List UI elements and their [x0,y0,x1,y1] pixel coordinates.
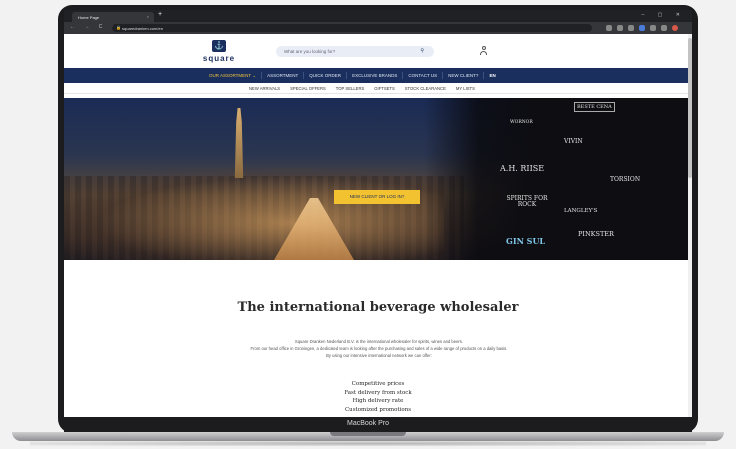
benefit-item: Fast delivery from stock [344,389,412,396]
profile-avatar[interactable] [672,25,678,31]
device-label: MacBook Pro [346,420,390,427]
brand-logo: WORNOR [510,120,533,125]
intro-line: From our head office in Groningen, a ded… [250,346,508,351]
search-input[interactable]: What are you looking for? ⚲ [276,46,434,57]
search-placeholder: What are you looking for? [284,49,336,54]
extension-icon[interactable] [628,25,634,31]
site-header: ⚓ square What are you looking for? ⚲ [64,34,692,68]
page-title: The international beverage wholesaler [237,300,519,315]
main-content: The international beverage wholesaler Sq… [64,260,692,417]
brand-logo: A.H. RIISE [500,164,545,173]
brand-logo: TORSION [610,176,641,183]
user-icon[interactable] [480,46,487,55]
nav-exclusive-brands[interactable]: EXCLUSIVE BRANDS [347,72,404,79]
browser-tab-home[interactable]: Home Page × [72,12,154,22]
extension-icons [606,25,678,31]
nav-assortment[interactable]: ASSORTMENT [262,72,305,79]
intro-text: Square Dranken Nederland B.V. is the int… [204,338,554,359]
logo-icon[interactable]: ⚓ [212,40,226,52]
url-text: squaredranken.com/en [122,26,163,31]
nav-contact-us[interactable]: CONTACT US [403,72,444,79]
language-selector[interactable]: EN [484,72,500,79]
browser-toolbar: ← → C ⌂ 🔒 squaredranken.com/en [64,22,692,34]
benefits-list: Competitive prices Fast delivery from st… [64,380,692,414]
logo-text[interactable]: square [202,54,236,63]
subnav-stock-clearance[interactable]: STOCK CLEARANCE [400,86,451,91]
new-client-login-button[interactable]: NEW CLIENT OR LOG IN? [334,190,420,204]
extension-icon[interactable] [650,25,656,31]
brand-logo: GIN SUL [506,236,546,246]
extension-icon[interactable] [639,25,645,31]
brand-logo: SPIRITS FOR ROCK [506,195,548,208]
browser-tabbar: Home Page × + – ▢ ✕ [64,10,692,22]
subnav-special-offers[interactable]: SPECIAL OFFERS [285,86,331,91]
extension-icon[interactable] [617,25,623,31]
extension-icon[interactable] [661,25,667,31]
brand-logos: BESTE CENA WORNOR VIVIN A.H. RIISE TORSI… [424,98,692,260]
subnav-giftsets[interactable]: GIFTSETS [369,86,399,91]
tab-title: Home Page [78,15,100,20]
brand-logo: PINKSTER [578,230,614,238]
intro-line: Square Dranken Nederland B.V. is the int… [294,339,464,344]
brand-logo: BESTE CENA [574,102,615,112]
benefit-item: High delivery rate [352,398,404,404]
benefit-item: Competitive prices [351,381,405,387]
nav-new-client[interactable]: NEW CLIENT? [443,72,485,79]
hero-banner: BESTE CENA WORNOR VIVIN A.H. RIISE TORSI… [64,98,692,260]
extension-icon[interactable] [606,25,612,31]
subnav-my-lists[interactable]: MY LISTS [451,86,480,91]
address-bar[interactable]: 🔒 squaredranken.com/en [112,24,592,32]
close-icon[interactable]: × [147,14,149,19]
nav-our-assortment[interactable]: OUR ASSORTMENT ⌄ [204,72,263,79]
nav-quick-order[interactable]: QUICK ORDER [304,72,348,79]
subnav-top-sellers[interactable]: TOP SELLERS [331,86,369,91]
subnav-new-arrivals[interactable]: NEW ARRIVALS [244,86,285,91]
browser-screen: Home Page × + – ▢ ✕ ← → C ⌂ 🔒 squaredran… [64,10,692,417]
lock-icon: 🔒 [116,25,121,30]
main-nav: OUR ASSORTMENT ⌄ ASSORTMENT QUICK ORDER … [64,68,692,83]
new-tab-icon[interactable]: + [158,11,162,18]
search-icon[interactable]: ⚲ [420,48,424,54]
brand-logo: LANGLEY'S [564,208,598,214]
benefit-item: Customized promotions [344,406,412,413]
intro-line: By using our intensive international net… [326,353,432,358]
window-controls[interactable]: – ▢ ✕ [642,12,686,18]
brand-logo: VIVIN [564,138,583,145]
sub-nav: NEW ARRIVALS SPECIAL OFFERS TOP SELLERS … [64,83,692,94]
scrollbar[interactable] [688,34,692,417]
scroll-thumb[interactable] [688,38,692,178]
